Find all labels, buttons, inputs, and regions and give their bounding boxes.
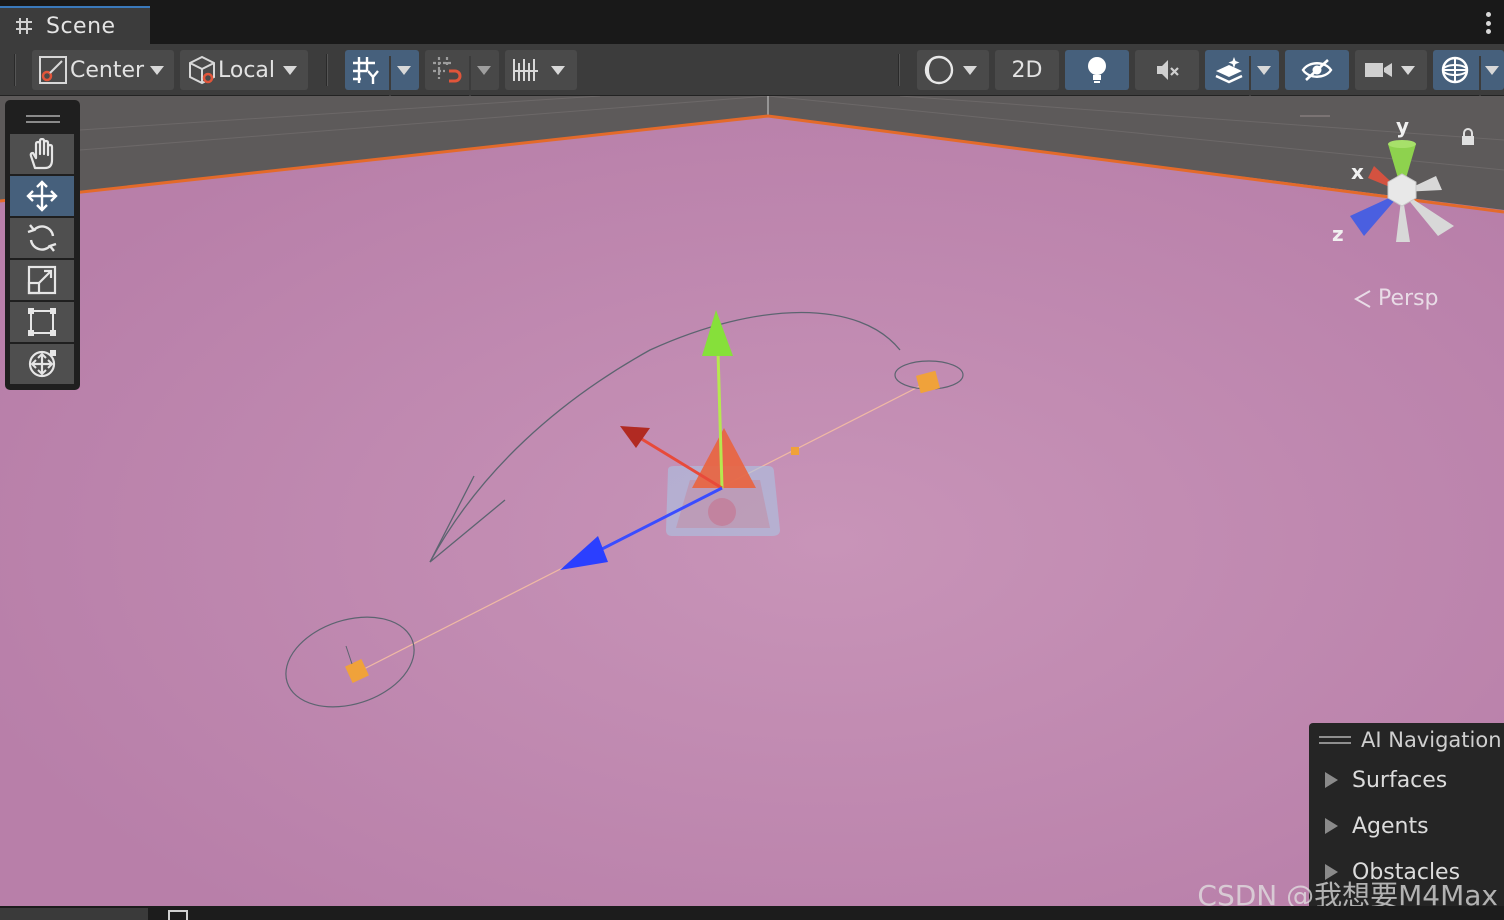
lock-icon[interactable]	[1460, 128, 1476, 146]
ai-nav-item-surfaces[interactable]: Surfaces	[1309, 757, 1504, 803]
camera-settings-dropdown[interactable]	[1355, 50, 1427, 90]
ai-nav-item-agents[interactable]: Agents	[1309, 803, 1504, 849]
chevron-down-icon	[150, 65, 165, 75]
lightbulb-icon	[1088, 57, 1106, 83]
chevron-down-icon	[551, 65, 565, 75]
tab-scene[interactable]: Scene	[0, 6, 150, 44]
chevron-down-icon[interactable]	[1485, 65, 1499, 75]
ai-navigation-header[interactable]: AI Navigation	[1309, 723, 1504, 757]
bottom-tab[interactable]	[0, 908, 148, 920]
hand-icon	[29, 138, 54, 170]
gizmo-z-label: z	[1332, 222, 1344, 246]
ruler-snap-icon	[513, 59, 538, 81]
grid-visibility-toggle[interactable]	[345, 50, 419, 96]
rect-tool-button[interactable]	[10, 302, 74, 342]
effects-dropdown[interactable]	[1205, 50, 1279, 96]
mode-2d-toggle[interactable]: 2D	[995, 50, 1059, 90]
eye-slash-icon	[1301, 59, 1333, 81]
chevron-down-icon	[963, 65, 977, 75]
rect-transform-icon	[28, 308, 56, 336]
projection-toggle[interactable]: Persp	[1352, 286, 1439, 311]
grid-snap-magnet-icon	[433, 57, 462, 83]
rotate-icon	[27, 224, 57, 252]
toolbar-separator	[326, 54, 328, 86]
orientation-gizmo[interactable]	[1338, 126, 1468, 256]
chevron-down-icon[interactable]	[1257, 65, 1271, 75]
gizmo-sphere-icon	[1441, 56, 1469, 84]
drag-handle-icon[interactable]	[1319, 736, 1351, 744]
chevron-down-icon	[1401, 65, 1415, 75]
expand-triangle-icon	[1325, 772, 1338, 788]
shading-sphere-icon	[924, 55, 954, 85]
camera-icon	[1365, 63, 1392, 77]
rotate-tool-button[interactable]	[10, 218, 74, 258]
gizmo-y-label: y	[1396, 114, 1410, 138]
draw-mode-dropdown[interactable]	[917, 50, 989, 90]
chevron-down-icon	[283, 65, 298, 75]
pivot-mode-dropdown[interactable]: Center	[32, 50, 174, 90]
path-midpoint	[791, 447, 799, 455]
scale-icon	[27, 265, 57, 295]
gizmo-x-label: x	[1351, 160, 1364, 184]
bottom-panel-strip	[0, 906, 1504, 920]
local-space-cube-icon	[189, 55, 215, 85]
tool-palette	[5, 100, 80, 390]
scene-canvas	[0, 96, 1504, 906]
hand-tool-button[interactable]	[10, 134, 74, 174]
ai-nav-item-label: Surfaces	[1352, 767, 1448, 793]
ai-nav-item-label: Agents	[1352, 813, 1429, 839]
scene-toolbar: Center Local 2D	[0, 44, 1504, 96]
audio-mute-icon	[1157, 60, 1179, 80]
grid-hash-icon	[16, 18, 32, 34]
transform-all-icon	[28, 350, 56, 378]
chevron-left-icon	[1353, 289, 1371, 308]
transform-tool-button[interactable]	[10, 344, 74, 384]
space-label: Local	[218, 57, 276, 83]
palette-drag-handle[interactable]	[10, 106, 75, 132]
move-tool-button[interactable]	[10, 176, 74, 216]
scene-viewport[interactable]: y x z Persp	[0, 96, 1504, 906]
toolbar-separator	[898, 54, 900, 86]
pivot-rotation-dropdown[interactable]: Local	[180, 50, 308, 90]
toolbar-separator	[14, 54, 16, 86]
lighting-toggle[interactable]	[1065, 50, 1129, 90]
scale-tool-button[interactable]	[10, 260, 74, 300]
audio-toggle[interactable]	[1135, 50, 1199, 90]
chevron-down-icon[interactable]	[397, 65, 411, 75]
mode-2d-label: 2D	[1011, 57, 1043, 83]
gizmos-dropdown[interactable]	[1433, 50, 1504, 96]
ai-navigation-title: AI Navigation	[1361, 728, 1502, 752]
more-options-icon[interactable]	[1486, 12, 1492, 34]
panel-icon	[168, 910, 188, 920]
snap-increment-toggle[interactable]	[425, 50, 499, 96]
tab-bar: Scene	[0, 0, 1504, 44]
projection-label: Persp	[1378, 286, 1439, 311]
increment-snapping-dropdown[interactable]	[505, 50, 577, 90]
tab-label: Scene	[46, 13, 116, 39]
chevron-down-icon[interactable]	[477, 65, 491, 75]
pivot-label: Center	[70, 57, 145, 83]
pivot-center-icon	[39, 56, 67, 84]
expand-triangle-icon	[1325, 818, 1338, 834]
grid-y-icon	[353, 57, 379, 84]
hidden-objects-toggle[interactable]	[1285, 50, 1349, 90]
move-arrows-icon	[26, 180, 58, 212]
scene-effects-layers-icon	[1215, 57, 1243, 84]
